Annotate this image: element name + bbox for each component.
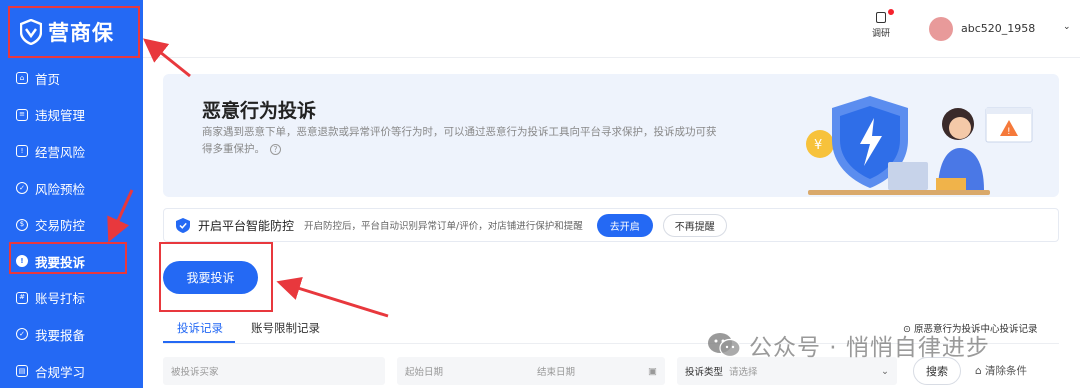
avatar[interactable]	[929, 17, 953, 41]
notification-dot	[888, 9, 894, 15]
clear-filters-label: 清除条件	[985, 365, 1028, 377]
trade-guard-icon: $	[16, 218, 28, 231]
sidebar-item-risk[interactable]: ! 经营风险	[0, 133, 143, 170]
page-title: 恶意行为投诉	[202, 100, 317, 122]
tag-icon: #	[16, 291, 28, 304]
wechat-icon	[708, 333, 741, 358]
watermark: 公众号 · 悄悄自律进步	[707, 328, 990, 362]
logo-text: 营商保	[48, 21, 114, 45]
sidebar-item-violation[interactable]: ≡ 违规管理	[0, 97, 143, 134]
chevron-down-icon: ⌄	[881, 365, 889, 377]
research-button[interactable]: 调研	[868, 9, 894, 39]
tab-complaint-records[interactable]: 投诉记录	[177, 320, 223, 336]
sidebar-item-label: 风险预检	[35, 181, 86, 197]
dismiss-reminder-button[interactable]: 不再提醒	[662, 213, 727, 237]
banner-description: 商家遇到恶意下单，恶意退款或异常评价等行为时，可以通过恶意行为投诉工具向平台寻求…	[202, 124, 722, 158]
study-icon: ▤	[16, 365, 28, 378]
sidebar: 营商保 ⌂ 首页 ≡ 违规管理 ! 经营风险 ✓ 风险预检 $ 交易防控 ! 我…	[0, 0, 143, 388]
chevron-down-icon[interactable]: ⌄	[1063, 22, 1071, 32]
svg-text:¥: ¥	[814, 138, 822, 153]
intro-banner: 恶意行为投诉 商家遇到恶意下单，恶意退款或异常评价等行为时，可以通过恶意行为投诉…	[163, 74, 1059, 197]
home-icon: ⌂	[16, 72, 28, 85]
start-date-placeholder: 起始日期	[405, 367, 444, 378]
complaint-type-label: 投诉类型	[685, 367, 724, 378]
research-label: 调研	[871, 29, 890, 39]
clear-filters-button[interactable]: ⌂ 清除条件	[975, 363, 1027, 378]
precheck-icon: ✓	[16, 182, 28, 195]
sidebar-item-label: 我要报备	[35, 327, 86, 343]
date-range-picker[interactable]: 起始日期 结束日期 ▣	[397, 357, 665, 385]
active-tab-indicator	[163, 341, 235, 343]
tab-account-restriction-records[interactable]: 账号限制记录	[251, 320, 320, 336]
enable-guard-button[interactable]: 去开启	[596, 213, 653, 237]
svg-text:!: !	[1007, 127, 1011, 137]
sidebar-item-home[interactable]: ⌂ 首页	[0, 60, 143, 97]
sidebar-item-label: 账号打标	[35, 291, 86, 307]
smart-guard-notice: 开启平台智能防控 开启防控后，平台自动识别异常订单/评价，对店铺进行保护和提醒 …	[163, 208, 1059, 242]
sidebar-item-trade-guard[interactable]: $ 交易防控	[0, 206, 143, 243]
buyer-input[interactable]: 被投诉买家	[163, 357, 385, 385]
violation-icon: ≡	[16, 108, 28, 121]
sidebar-nav: ⌂ 首页 ≡ 违规管理 ! 经营风险 ✓ 风险预检 $ 交易防控 ! 我要投诉	[0, 60, 143, 388]
help-icon[interactable]: ?	[270, 143, 281, 155]
sidebar-item-label: 违规管理	[35, 108, 86, 124]
end-date-placeholder: 结束日期	[537, 367, 576, 378]
shield-logo-icon	[20, 19, 42, 45]
notice-title: 开启平台智能防控	[198, 218, 295, 233]
notice-description: 开启防控后，平台自动识别异常订单/评价，对店铺进行保护和提醒	[304, 221, 583, 232]
complaint-type-placeholder: 请选择	[729, 367, 758, 378]
top-header: 调研 abc520_1958 ⌄	[143, 0, 1080, 58]
watermark-text: 公众号 · 悄悄自律进步	[749, 335, 990, 361]
username[interactable]: abc520_1958	[961, 22, 1035, 35]
shield-check-icon	[176, 217, 190, 233]
report-icon: ✓	[16, 328, 28, 341]
annotation-highlight-box	[9, 242, 127, 274]
sidebar-item-label: 首页	[35, 71, 61, 87]
sidebar-item-label: 交易防控	[35, 218, 86, 234]
sidebar-item-precheck[interactable]: ✓ 风险预检	[0, 170, 143, 207]
buyer-placeholder: 被投诉买家	[171, 367, 219, 378]
document-icon	[876, 12, 886, 23]
app-logo[interactable]: 营商保	[8, 6, 140, 58]
sidebar-item-report[interactable]: ✓ 我要报备	[0, 316, 143, 353]
sidebar-item-label: 合规学习	[35, 364, 86, 380]
shield-illustration: ¥ !	[806, 96, 1033, 195]
risk-icon: !	[16, 145, 28, 158]
sidebar-item-study[interactable]: ▤ 合规学习	[0, 353, 143, 388]
app-root: 营商保 ⌂ 首页 ≡ 违规管理 ! 经营风险 ✓ 风险预检 $ 交易防控 ! 我…	[0, 0, 1080, 388]
file-complaint-button[interactable]: 我要投诉	[163, 261, 258, 294]
sidebar-item-label: 经营风险	[35, 144, 86, 160]
calendar-icon: ▣	[648, 365, 657, 377]
sidebar-item-tag[interactable]: # 账号打标	[0, 280, 143, 317]
